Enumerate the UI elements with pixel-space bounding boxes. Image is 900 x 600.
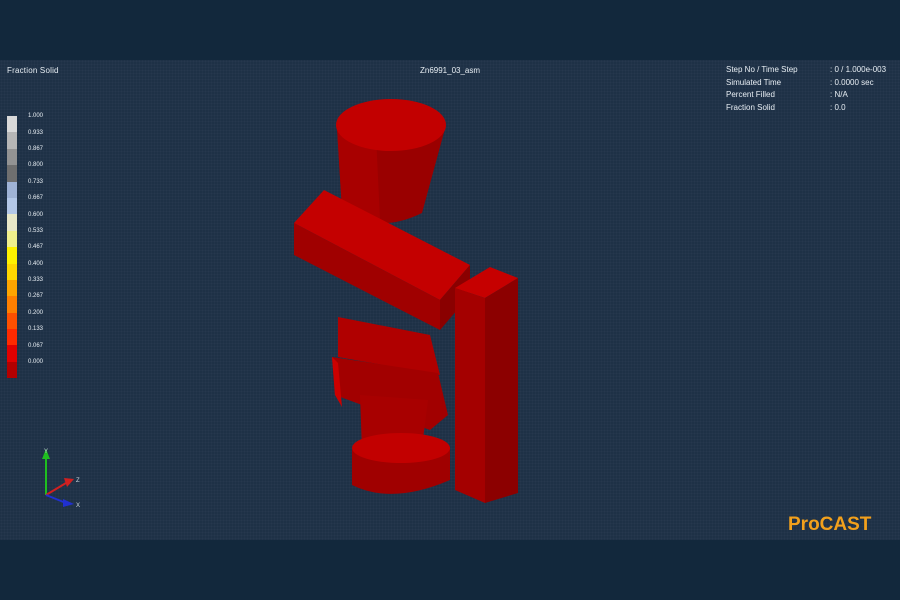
- legend-label: 0.267: [28, 293, 44, 300]
- legend-swatch: [7, 263, 17, 280]
- legend-swatch: [7, 345, 17, 362]
- legend-label: 0.933: [28, 129, 44, 136]
- legend-swatch: [7, 214, 17, 231]
- legend-label: 0.133: [28, 326, 44, 333]
- legend-swatch: [7, 296, 17, 313]
- legend-swatch: [7, 116, 17, 133]
- legend-label: 0.533: [28, 227, 44, 234]
- legend-label: 0.600: [28, 211, 44, 218]
- axis-x-label: X: [76, 503, 80, 509]
- info-value: : 0.0: [830, 102, 846, 112]
- legend-label: 0.733: [28, 178, 44, 185]
- legend-swatch: [7, 279, 17, 297]
- legend-swatch: [7, 329, 17, 346]
- legend-label: 1.000: [28, 113, 44, 120]
- info-value: : 0.0000 sec: [830, 77, 874, 87]
- info-value: : N/A: [830, 90, 848, 99]
- legend-swatch: [7, 132, 17, 149]
- legend-entry: 0.000: [7, 359, 44, 379]
- legend-swatch: [7, 230, 17, 248]
- info-row-filled: Percent Filled : N/A: [726, 89, 886, 102]
- legend-label: 0.000: [28, 359, 44, 366]
- legend-swatch: [7, 361, 17, 379]
- info-key: Percent Filled: [726, 90, 775, 99]
- legend-swatch: [7, 181, 17, 198]
- info-key: Fraction Solid: [726, 102, 775, 112]
- color-legend: 1.000 0.933 0.867 0.800 0.733 0.667 0.600 0.533…: [7, 113, 44, 379]
- legend-label: 0.467: [28, 244, 44, 251]
- info-value: : 0 / 1.000e-003: [830, 65, 887, 74]
- axis-triad: Y Z X: [42, 449, 80, 509]
- casting-model[interactable]: [280, 95, 540, 505]
- info-row-time: Simulated Time : 0.0000 sec: [726, 77, 886, 90]
- info-row-step: Step No / Time Step : 0 / 1.000e-003: [726, 64, 886, 77]
- legend-label: 0.400: [28, 260, 44, 267]
- info-key: Simulated Time: [726, 77, 782, 87]
- legend-swatch: [7, 247, 17, 264]
- info-panel: Step No / Time Step : 0 / 1.000e-003 Sim…: [726, 64, 886, 114]
- info-key: Step No / Time Step: [726, 65, 798, 74]
- legend-swatch: [7, 165, 17, 182]
- result-label: Fraction Solid: [7, 66, 59, 75]
- legend-label: 0.667: [28, 195, 44, 202]
- legend-swatch: [7, 312, 17, 330]
- info-row-fraction: Fraction Solid : 0.0: [726, 102, 886, 115]
- legend-label: 0.800: [28, 162, 44, 169]
- procast-logo: ProCAST: [788, 514, 872, 535]
- legend-label: 0.867: [28, 145, 44, 152]
- axis-z-label: Z: [76, 478, 80, 484]
- legend-label: 0.200: [28, 309, 44, 316]
- side-bar: [455, 267, 518, 503]
- legend-label: 0.067: [28, 342, 44, 349]
- legend-swatch: [7, 148, 17, 166]
- legend-label: 0.333: [28, 277, 44, 284]
- model-name: Zn6991_03_asm: [420, 66, 481, 75]
- axis-y-label: Y: [44, 449, 48, 455]
- legend-swatch: [7, 197, 17, 215]
